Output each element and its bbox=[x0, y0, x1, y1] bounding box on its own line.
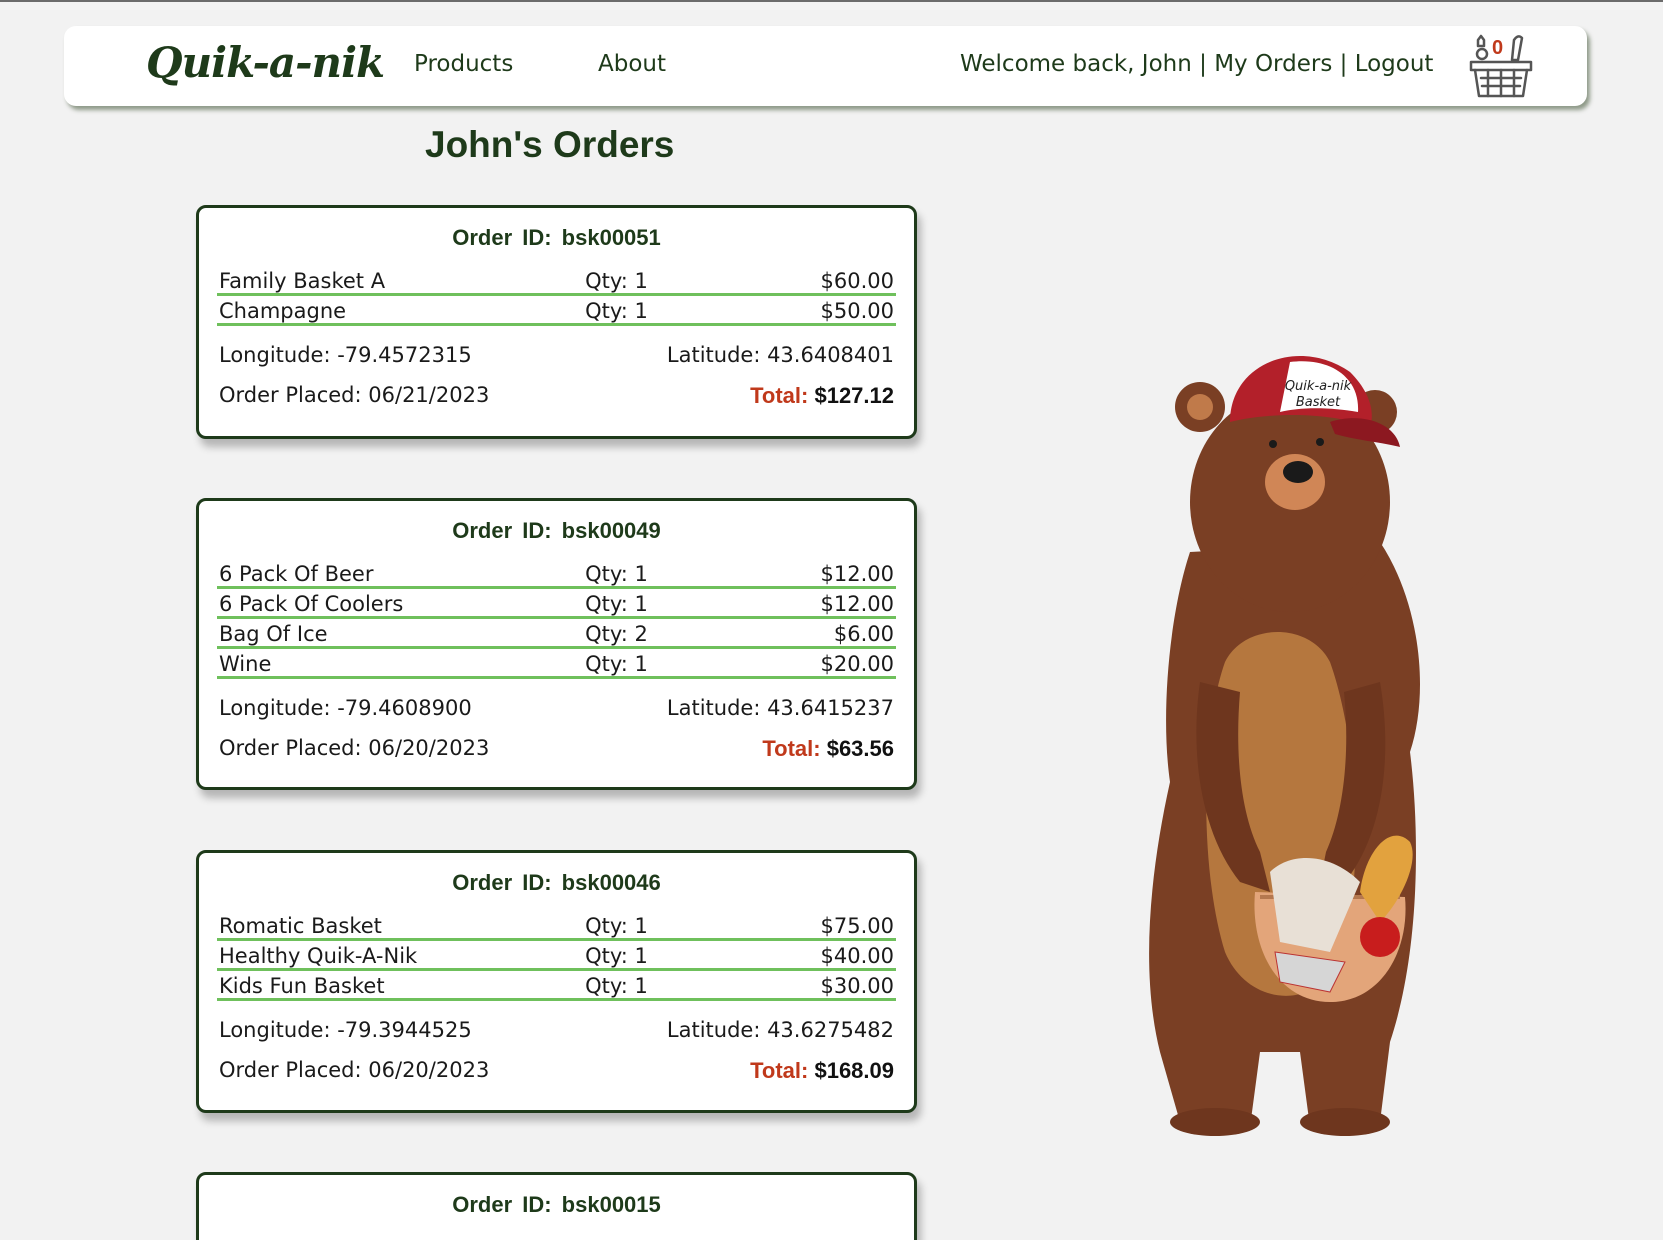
item-price: $12.00 bbox=[820, 592, 894, 616]
total-label: Total: bbox=[750, 1058, 809, 1083]
nav-separator: | bbox=[1191, 51, 1215, 77]
order-card: Order ID: bsk00015 bbox=[196, 1172, 917, 1240]
order-item-row: Wine Qty: 1 $20.00 bbox=[217, 649, 896, 679]
item-qty: Qty: 1 bbox=[585, 652, 648, 676]
order-summary: Order Placed: 06/21/2023 Total: $127.12 bbox=[217, 383, 896, 409]
longitude: Longitude: -79.3944525 bbox=[219, 1018, 472, 1042]
my-orders-link[interactable]: My Orders bbox=[1214, 51, 1332, 77]
item-name: Romatic Basket bbox=[219, 914, 382, 938]
order-placed-date: Order Placed: 06/20/2023 bbox=[219, 736, 490, 760]
item-qty: Qty: 1 bbox=[585, 974, 648, 998]
item-qty: Qty: 1 bbox=[585, 914, 648, 938]
order-summary: Order Placed: 06/20/2023 Total: $168.09 bbox=[217, 1058, 896, 1084]
order-coordinates: Longitude: -79.4572315 Latitude: 43.6408… bbox=[217, 343, 896, 369]
order-items: Family Basket A Qty: 1 $60.00 Champagne … bbox=[217, 266, 896, 326]
navbar: Quik-a-nik Products About Welcome back, … bbox=[64, 26, 1587, 106]
user-nav: Welcome back, John | My Orders | Logout bbox=[960, 51, 1433, 77]
logout-link[interactable]: Logout bbox=[1355, 51, 1434, 77]
item-qty: Qty: 1 bbox=[585, 944, 648, 968]
item-qty: Qty: 1 bbox=[585, 299, 648, 323]
logo[interactable]: Quik-a-nik bbox=[146, 38, 385, 87]
item-price: $6.00 bbox=[833, 622, 894, 646]
item-name: Wine bbox=[219, 652, 272, 676]
item-price: $60.00 bbox=[820, 269, 894, 293]
nav-separator: | bbox=[1332, 51, 1355, 77]
item-name: Kids Fun Basket bbox=[219, 974, 385, 998]
order-card: Order ID: bsk00049 6 Pack Of Beer Qty: 1… bbox=[196, 498, 917, 790]
item-name: Champagne bbox=[219, 299, 347, 323]
item-name: Healthy Quik-A-Nik bbox=[219, 944, 418, 968]
item-price: $20.00 bbox=[820, 652, 894, 676]
longitude: Longitude: -79.4608900 bbox=[219, 696, 472, 720]
total-value: $127.12 bbox=[814, 383, 894, 408]
item-qty: Qty: 1 bbox=[585, 592, 648, 616]
order-id: Order ID: bsk00046 bbox=[452, 870, 661, 895]
total-label: Total: bbox=[762, 736, 821, 761]
order-id: Order ID: bsk00049 bbox=[452, 518, 661, 543]
item-price: $75.00 bbox=[820, 914, 894, 938]
page-title: John's Orders bbox=[425, 124, 675, 165]
order-id: Order ID: bsk00015 bbox=[452, 1192, 661, 1217]
order-item-row: Bag Of Ice Qty: 2 $6.00 bbox=[217, 619, 896, 649]
item-name: Family Basket A bbox=[219, 269, 386, 293]
nav-products-link[interactable]: Products bbox=[414, 51, 513, 77]
total-label: Total: bbox=[750, 383, 809, 408]
item-qty: Qty: 1 bbox=[585, 562, 648, 586]
bear-mascot-illustration: Quik-a-nik Basket bbox=[1149, 356, 1420, 1136]
item-qty: Qty: 1 bbox=[585, 269, 648, 293]
item-qty: Qty: 2 bbox=[585, 622, 648, 646]
total-value: $168.09 bbox=[814, 1058, 894, 1083]
order-id: Order ID: bsk00051 bbox=[452, 225, 661, 250]
order-items: Romatic Basket Qty: 1 $75.00 Healthy Qui… bbox=[217, 911, 896, 1001]
welcome-text: Welcome back, John bbox=[960, 51, 1192, 77]
order-card: Order ID: bsk00046 Romatic Basket Qty: 1… bbox=[196, 850, 917, 1113]
item-name: 6 Pack Of Coolers bbox=[219, 592, 404, 616]
order-placed-date: Order Placed: 06/20/2023 bbox=[219, 1058, 490, 1082]
order-item-row: Family Basket A Qty: 1 $60.00 bbox=[217, 266, 896, 296]
latitude: Latitude: 43.6415237 bbox=[666, 696, 894, 720]
order-items: 6 Pack Of Beer Qty: 1 $12.00 6 Pack Of C… bbox=[217, 559, 896, 679]
total-value: $63.56 bbox=[826, 736, 894, 761]
item-price: $40.00 bbox=[820, 944, 894, 968]
item-name: 6 Pack Of Beer bbox=[219, 562, 374, 586]
order-total: Total: $168.09 bbox=[750, 1058, 894, 1084]
longitude: Longitude: -79.4572315 bbox=[219, 343, 472, 367]
order-item-row: 6 Pack Of Beer Qty: 1 $12.00 bbox=[217, 559, 896, 589]
cart-count: 0 bbox=[1492, 37, 1504, 59]
order-coordinates: Longitude: -79.3944525 Latitude: 43.6275… bbox=[217, 1018, 896, 1044]
item-name: Bag Of Ice bbox=[219, 622, 328, 646]
latitude: Latitude: 43.6275482 bbox=[666, 1018, 894, 1042]
order-item-row: Champagne Qty: 1 $50.00 bbox=[217, 296, 896, 326]
item-price: $50.00 bbox=[820, 299, 894, 323]
order-item-row: Kids Fun Basket Qty: 1 $30.00 bbox=[217, 971, 896, 1001]
order-total: Total: $127.12 bbox=[750, 383, 894, 409]
order-placed-date: Order Placed: 06/21/2023 bbox=[219, 383, 490, 407]
order-card: Order ID: bsk00051 Family Basket A Qty: … bbox=[196, 205, 917, 439]
latitude: Latitude: 43.6408401 bbox=[666, 343, 894, 367]
order-item-row: Healthy Quik-A-Nik Qty: 1 $40.00 bbox=[217, 941, 896, 971]
order-item-row: Romatic Basket Qty: 1 $75.00 bbox=[217, 911, 896, 941]
order-coordinates: Longitude: -79.4608900 Latitude: 43.6415… bbox=[217, 696, 896, 722]
cap-text: Basket bbox=[1296, 395, 1341, 410]
nav-about-link[interactable]: About bbox=[598, 51, 666, 77]
item-price: $12.00 bbox=[820, 562, 894, 586]
order-total: Total: $63.56 bbox=[762, 736, 894, 762]
cap-text: Quik-a-nik bbox=[1285, 379, 1352, 394]
cart-button[interactable]: 0 bbox=[1468, 32, 1534, 100]
item-price: $30.00 bbox=[820, 974, 894, 998]
order-summary: Order Placed: 06/20/2023 Total: $63.56 bbox=[217, 736, 896, 762]
order-item-row: 6 Pack Of Coolers Qty: 1 $12.00 bbox=[217, 589, 896, 619]
